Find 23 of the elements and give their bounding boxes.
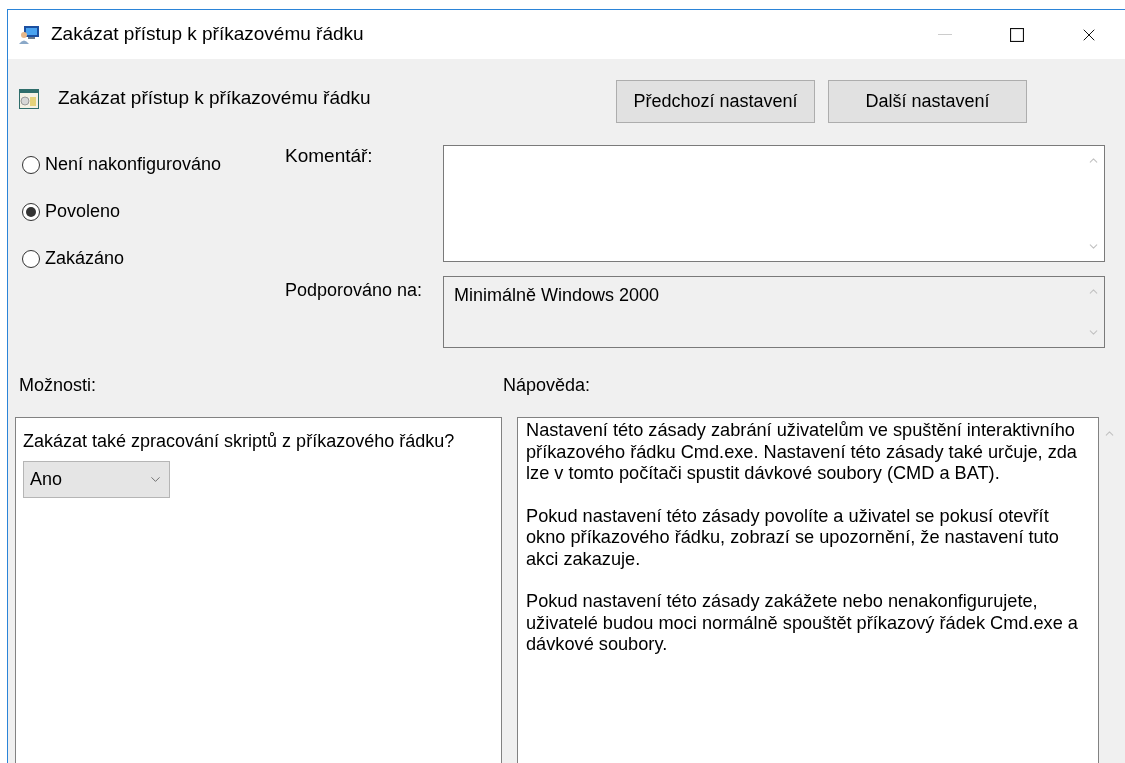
computer-user-icon [18,24,40,45]
radio-button[interactable] [22,249,40,268]
help-label: Nápověda: [502,374,591,397]
help-paragraph: Pokud nastavení této zásady zakážete nebo nenakonfigurujete, uživatelé budou moci normálně spouštět příkazový řádek Cmd.exe a dávkové soubory. [526,591,1079,656]
setting-title: Zakázat přístup k příkazovému řádku [58,86,372,110]
options-label: Možnosti: [18,374,98,397]
comment-field[interactable] [443,145,1105,262]
option-question: Zakázat také zpracování skriptů z příkazového řádku? [23,430,456,453]
navigation-button[interactable]: Další nastavení [828,80,1027,123]
help-paragraph: Nastavení této zásady zabrání uživatelům ve spuštění interaktivního příkazového řádku Cmd.exe. Nastavení této zásady také určuje, zda lze v tomto počítači spustit dávkové soubory (CMD a BAT). [526,420,1078,485]
supported-on-value: Minimálně Windows 2000 [453,284,661,307]
radio-label: Povoleno [45,200,121,223]
navigation-button[interactable]: Předchozí nastavení [616,80,815,123]
radio-button[interactable] [22,202,40,221]
help-paragraph: Pokud nastavení této zásady povolíte a uživatel se pokusí otevřít okno příkazového řádku, zobrazí se upozornění, že nastavení tuto akci zakazuje. [526,505,1060,570]
radio-label: Není nakonfigurováno [45,153,222,176]
radio-button[interactable] [22,155,40,174]
comment-label: Komentář: [284,145,374,168]
option-dropdown[interactable]: Ano [23,461,170,498]
window-title: Zakázat přístup k příkazovému řádku [51,22,364,47]
supported-on-label: Podporováno na: [284,279,424,302]
radio-label: Zakázáno [45,247,125,270]
policy-setting-icon [18,88,40,110]
